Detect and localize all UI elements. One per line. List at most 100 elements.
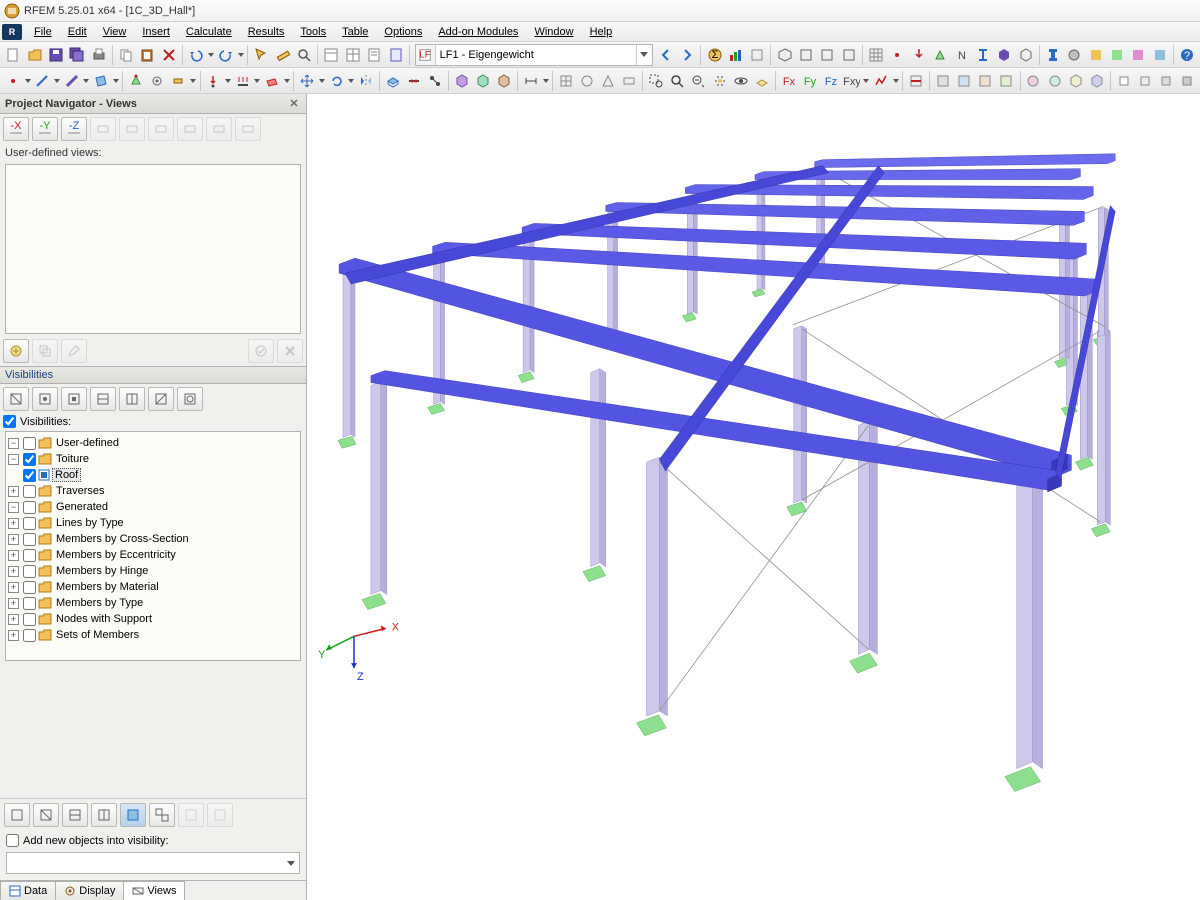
node-dropdown[interactable] <box>24 79 31 83</box>
clip-button[interactable] <box>906 70 926 92</box>
menu-help[interactable]: Help <box>582 24 621 40</box>
redo-dropdown[interactable] <box>237 53 244 57</box>
member-dropdown[interactable] <box>83 79 90 83</box>
copy-button[interactable] <box>116 44 136 66</box>
help-button[interactable]: ? <box>1177 44 1197 66</box>
misc-4-button[interactable] <box>996 70 1016 92</box>
result-mode-dropdown[interactable] <box>892 79 899 83</box>
misc-8-button[interactable] <box>1087 70 1107 92</box>
load-node-button[interactable] <box>203 70 223 92</box>
addon-1-button[interactable] <box>1085 44 1105 66</box>
tab-views[interactable]: Views <box>123 881 185 900</box>
misc-6-button[interactable] <box>1044 70 1064 92</box>
node-button[interactable] <box>3 70 23 92</box>
rotate-dropdown[interactable] <box>348 79 355 83</box>
tree-roof[interactable]: Roof <box>52 468 81 482</box>
release-dropdown[interactable] <box>189 79 196 83</box>
vis-mode-3[interactable] <box>62 803 88 827</box>
loadcase-dropdown[interactable] <box>636 45 652 65</box>
gen-1-button[interactable] <box>556 70 576 92</box>
vis-btn-4[interactable] <box>90 387 116 411</box>
release-button[interactable] <box>168 70 188 92</box>
visibilities-checkbox[interactable] <box>3 415 16 428</box>
tree-gen-item[interactable]: Members by Eccentricity <box>54 549 178 561</box>
cb-gen-item[interactable] <box>23 613 36 626</box>
tree-gen-item[interactable]: Lines by Type <box>54 517 126 529</box>
vis-btn-1[interactable] <box>3 387 29 411</box>
tree-traverses[interactable]: Traverses <box>54 485 107 497</box>
cb-gen-item[interactable] <box>23 517 36 530</box>
add-to-visibility-combo[interactable] <box>6 852 300 874</box>
result-mode-button[interactable] <box>871 70 891 92</box>
menu-window[interactable]: Window <box>526 24 581 40</box>
calc-button[interactable]: Σ <box>704 44 724 66</box>
show-numbering-button[interactable]: N <box>951 44 971 66</box>
load-surface-button[interactable] <box>262 70 282 92</box>
expander-traverses[interactable]: + <box>8 486 19 497</box>
menu-results[interactable]: Results <box>240 24 293 40</box>
results-toggle-button[interactable] <box>726 44 746 66</box>
solid-2-button[interactable] <box>473 70 493 92</box>
menu-table[interactable]: Table <box>334 24 376 40</box>
expander-generated[interactable]: − <box>8 502 19 513</box>
misc-9-button[interactable] <box>1114 70 1134 92</box>
undo-button[interactable] <box>186 44 206 66</box>
user-views-list[interactable] <box>5 164 301 334</box>
zoom-prev-button[interactable] <box>688 70 708 92</box>
misc-1-button[interactable] <box>933 70 953 92</box>
solid-3-button[interactable] <box>494 70 514 92</box>
view-z-button[interactable]: -Z <box>61 117 87 141</box>
surface-button[interactable] <box>91 70 111 92</box>
open-file-button[interactable] <box>24 44 44 66</box>
show-supports-button[interactable] <box>930 44 950 66</box>
section-prop-button[interactable] <box>1043 44 1063 66</box>
delete-button[interactable] <box>159 44 179 66</box>
misc-10-button[interactable] <box>1135 70 1155 92</box>
load-surface-dropdown[interactable] <box>283 79 290 83</box>
print-button[interactable] <box>89 44 109 66</box>
cb-traverses[interactable] <box>23 485 36 498</box>
tree-gen-item[interactable]: Members by Hinge <box>54 565 150 577</box>
workplane-button[interactable] <box>752 70 772 92</box>
menu-options[interactable]: Options <box>376 24 430 40</box>
tree-gen-item[interactable]: Sets of Members <box>54 629 141 641</box>
expander-gen-item[interactable]: + <box>8 614 19 625</box>
add-new-objects-checkbox[interactable] <box>6 834 19 847</box>
misc-11-button[interactable] <box>1156 70 1176 92</box>
next-loadcase-button[interactable] <box>677 44 697 66</box>
select-button[interactable] <box>251 44 271 66</box>
line-button[interactable] <box>32 70 52 92</box>
local-dropdown[interactable] <box>863 79 870 83</box>
new-file-button[interactable] <box>3 44 23 66</box>
misc-5-button[interactable] <box>1023 70 1043 92</box>
vis-btn-6[interactable] <box>148 387 174 411</box>
addon-2-button[interactable] <box>1107 44 1127 66</box>
grid-button[interactable] <box>866 44 886 66</box>
vis-mode-6[interactable] <box>149 803 175 827</box>
vis-btn-7[interactable] <box>177 387 203 411</box>
redo-button[interactable] <box>216 44 236 66</box>
cb-roof[interactable] <box>23 469 36 482</box>
tree-gen-item[interactable]: Members by Type <box>54 597 145 609</box>
view-yz-button[interactable] <box>839 44 859 66</box>
report-button[interactable] <box>385 44 405 66</box>
view-y-button[interactable]: -Y <box>32 117 58 141</box>
load-node-dropdown[interactable] <box>224 79 231 83</box>
expander-gen-item[interactable]: + <box>8 630 19 641</box>
load-member-dropdown[interactable] <box>254 79 261 83</box>
expander-user-defined[interactable]: − <box>8 438 19 449</box>
local-z-button[interactable]: Fz <box>821 70 841 92</box>
expander-toiture[interactable]: − <box>8 454 19 465</box>
expander-gen-item[interactable]: + <box>8 534 19 545</box>
cb-gen-item[interactable] <box>23 549 36 562</box>
tree-user-defined[interactable]: User-defined <box>54 437 121 449</box>
hinge-button[interactable] <box>147 70 167 92</box>
tab-display[interactable]: Display <box>55 881 124 900</box>
prev-loadcase-button[interactable] <box>656 44 676 66</box>
addon-4-button[interactable] <box>1150 44 1170 66</box>
cb-toiture[interactable] <box>23 453 36 466</box>
support-node-button[interactable] <box>126 70 146 92</box>
cb-gen-item[interactable] <box>23 597 36 610</box>
cb-gen-item[interactable] <box>23 581 36 594</box>
menu-edit[interactable]: Edit <box>60 24 95 40</box>
